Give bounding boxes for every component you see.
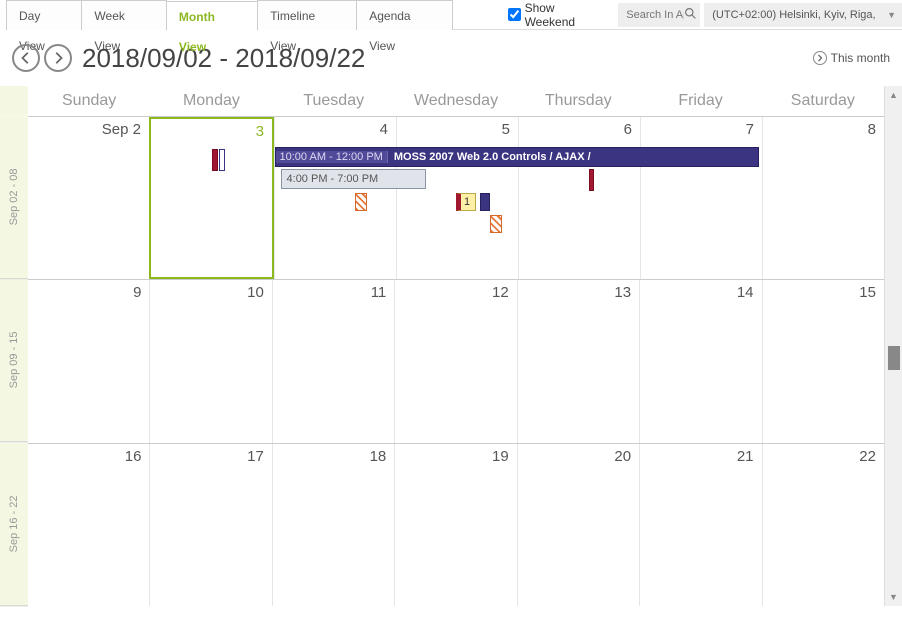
chevron-down-icon: ▼	[887, 10, 896, 20]
scroll-thumb[interactable]	[888, 346, 900, 370]
view-tabs-bar: Day View Week View Month View Timeline V…	[6, 0, 902, 30]
day-headers: Sunday Monday Tuesday Wednesday Thursday…	[28, 86, 884, 116]
week-row: Sep 2 3 4 5 6 7 8 10:00 AM - 12:00 PM MO…	[28, 116, 884, 279]
next-button[interactable]	[44, 44, 72, 72]
week-label[interactable]: Sep 02 - 08	[0, 116, 28, 279]
week-row: 9 10 11 12 13 14 15	[28, 279, 884, 442]
event-count-badge[interactable]: 1	[456, 193, 476, 211]
event-marker[interactable]	[212, 149, 218, 171]
tab-week-view[interactable]: Week View	[81, 0, 167, 30]
arrow-right-circle-icon	[813, 51, 827, 65]
timezone-value: (UTC+02:00) Helsinki, Kyiv, Riga,	[712, 9, 875, 21]
event-moss[interactable]: 10:00 AM - 12:00 PM MOSS 2007 Web 2.0 Co…	[275, 147, 759, 167]
week-label[interactable]: Sep 09 - 15	[0, 279, 28, 442]
day-cell[interactable]: 11	[272, 280, 394, 442]
tab-day-view[interactable]: Day View	[6, 0, 82, 30]
event-cluster[interactable]: 1	[456, 193, 490, 211]
day-cell[interactable]: 21	[639, 444, 761, 606]
day-cell[interactable]: 22	[762, 444, 884, 606]
day-cell[interactable]: Sep 2	[28, 117, 149, 279]
search-icon[interactable]	[684, 7, 697, 23]
this-month-button[interactable]: This month	[813, 51, 890, 65]
week-label[interactable]: Sep 16 - 22	[0, 443, 28, 606]
event-marker[interactable]	[219, 149, 225, 171]
tab-timeline-view[interactable]: Timeline View	[257, 0, 357, 30]
calendar-grid: Sunday Monday Tuesday Wednesday Thursday…	[28, 86, 884, 606]
show-weekend-toggle[interactable]: Show Weekend	[502, 0, 615, 30]
show-weekend-checkbox[interactable]	[508, 8, 521, 21]
day-cell[interactable]: 8	[762, 117, 884, 279]
day-cell[interactable]: 9	[28, 280, 149, 442]
day-cell[interactable]: 4	[274, 117, 396, 279]
dayhdr-mon: Monday	[150, 86, 272, 116]
day-cell[interactable]: 20	[517, 444, 639, 606]
event-marker-hatched[interactable]	[355, 193, 367, 211]
event-marker[interactable]	[589, 169, 594, 191]
vertical-scrollbar[interactable]: ▲ ▼	[884, 86, 902, 606]
event-marker[interactable]	[480, 193, 490, 211]
dayhdr-wed: Wednesday	[395, 86, 517, 116]
event-marker-hatched[interactable]	[490, 215, 502, 233]
dayhdr-sat: Saturday	[762, 86, 884, 116]
this-month-label: This month	[831, 51, 890, 65]
day-cell[interactable]: 16	[28, 444, 149, 606]
dayhdr-fri: Friday	[639, 86, 761, 116]
dayhdr-sun: Sunday	[28, 86, 150, 116]
search-input[interactable]	[626, 9, 684, 21]
calendar: Sep 02 - 08 Sep 09 - 15 Sep 16 - 22 Sund…	[0, 86, 902, 606]
day-cell[interactable]: 12	[394, 280, 516, 442]
day-cell-today[interactable]: 3	[149, 117, 274, 279]
day-cell[interactable]: 10	[149, 280, 271, 442]
show-weekend-label: Show Weekend	[525, 1, 609, 29]
event-time: 4:00 PM - 7:00 PM	[287, 173, 379, 185]
week-row: 16 17 18 19 20 21 22	[28, 443, 884, 606]
scroll-down-icon[interactable]: ▼	[885, 588, 902, 606]
prev-button[interactable]	[12, 44, 40, 72]
dayhdr-thu: Thursday	[517, 86, 639, 116]
day-cell[interactable]: 19	[394, 444, 516, 606]
day-cell[interactable]: 7	[640, 117, 762, 279]
day-cell[interactable]: 17	[149, 444, 271, 606]
scroll-up-icon[interactable]: ▲	[885, 86, 902, 104]
timezone-select[interactable]: (UTC+02:00) Helsinki, Kyiv, Riga, ▼	[704, 3, 902, 27]
day-cell[interactable]: 14	[639, 280, 761, 442]
date-header: 2018/09/02 - 2018/09/22 This month	[0, 30, 902, 86]
day-cell[interactable]: 18	[272, 444, 394, 606]
week-labels-column: Sep 02 - 08 Sep 09 - 15 Sep 16 - 22	[0, 86, 28, 606]
event-4to7[interactable]: 4:00 PM - 7:00 PM	[281, 169, 427, 189]
day-cell[interactable]: 15	[762, 280, 884, 442]
dayhdr-tue: Tuesday	[273, 86, 395, 116]
tab-month-view[interactable]: Month View	[166, 1, 258, 31]
day-cell[interactable]: 13	[517, 280, 639, 442]
event-time: 10:00 AM - 12:00 PM	[276, 151, 388, 163]
search-box[interactable]	[618, 3, 700, 27]
weeks: Sep 2 3 4 5 6 7 8 10:00 AM - 12:00 PM MO…	[28, 116, 884, 606]
day-cell[interactable]: 6	[518, 117, 640, 279]
tab-agenda-view[interactable]: Agenda View	[356, 0, 452, 30]
date-range-label: 2018/09/02 - 2018/09/22	[82, 43, 365, 74]
event-title: MOSS 2007 Web 2.0 Controls / AJAX /	[394, 151, 591, 163]
